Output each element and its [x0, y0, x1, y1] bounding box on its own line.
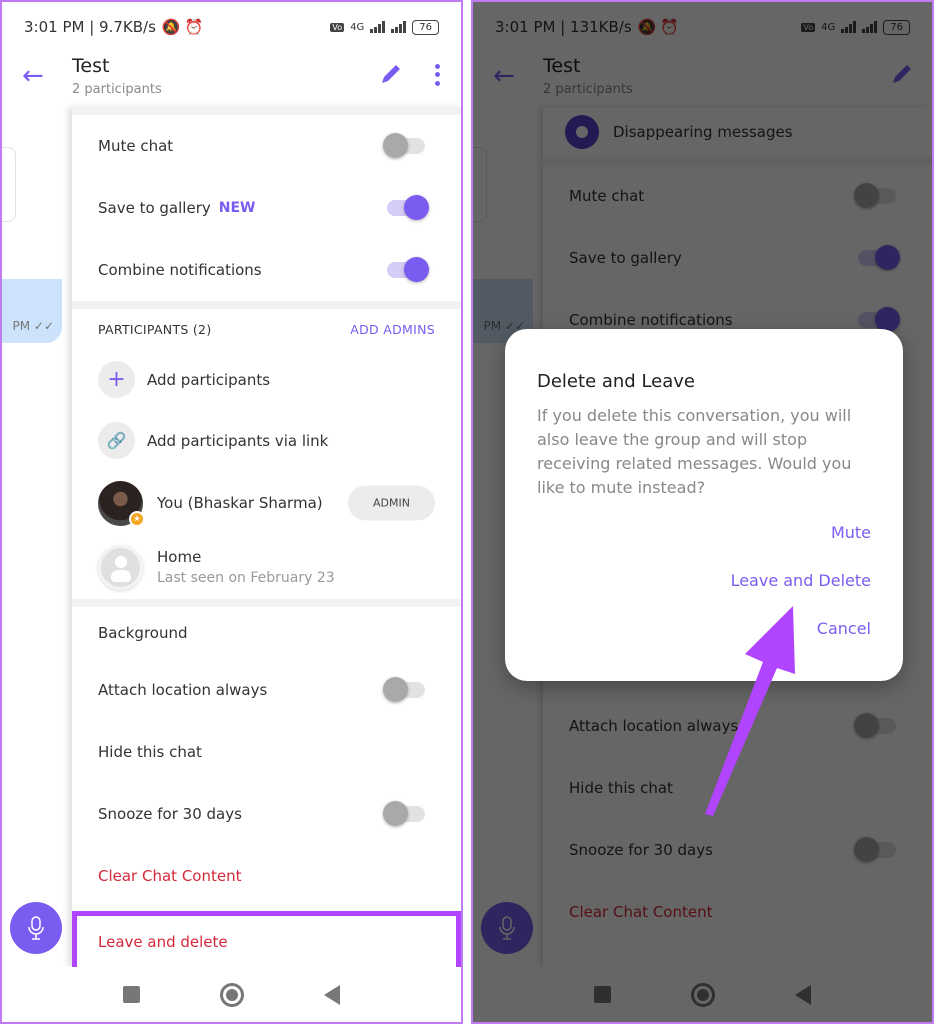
combine-notifications-toggle[interactable] — [387, 257, 429, 282]
participants-header: PARTICIPANTS (2) ADD ADMINS — [98, 321, 435, 337]
divider — [72, 107, 461, 115]
avatar-placeholder-icon — [98, 544, 143, 590]
divider — [72, 301, 461, 309]
admin-badge: ADMIN — [348, 485, 435, 521]
app-bar: ← Test 2 participants — [2, 52, 461, 107]
snooze-row[interactable]: Snooze for 30 days — [72, 783, 461, 845]
microphone-icon — [28, 916, 44, 940]
more-options-icon[interactable] — [431, 62, 443, 88]
save-to-gallery-row[interactable]: Save to gallery NEW — [72, 177, 461, 239]
mute-chat-toggle[interactable] — [383, 133, 425, 158]
right-screen: 3:01 PM | 131KB/s 🔕 ⏰ Vo 4G 76 ← Test 2 … — [471, 0, 934, 1024]
signal-icon — [370, 21, 386, 33]
recents-button[interactable] — [123, 986, 140, 1003]
mute-chat-row[interactable]: Mute chat — [72, 115, 461, 177]
attach-location-row[interactable]: Attach location always — [72, 659, 461, 721]
hide-chat-row[interactable]: Hide this chat — [72, 721, 461, 783]
star-icon: ★ — [129, 510, 145, 527]
signal-icon-2 — [391, 21, 407, 33]
snooze-toggle[interactable] — [383, 801, 425, 826]
back-arrow-icon[interactable]: ← — [22, 62, 50, 90]
volte-icon: Vo — [330, 22, 345, 32]
battery-icon: 76 — [412, 19, 439, 35]
message-bubble-sent[interactable]: PM ✓✓ — [2, 279, 62, 343]
left-screen: 3:01 PM | 9.7KB/s 🔕 ⏰ Vo 4G 76 ← Test 2 … — [0, 0, 463, 1024]
combine-notifications-row[interactable]: Combine notifications — [72, 239, 461, 301]
voice-record-button[interactable] — [10, 902, 62, 954]
last-seen: Last seen on February 23 — [157, 570, 335, 586]
plus-icon: + — [98, 361, 135, 398]
participant-row[interactable]: Home Last seen on February 23 — [72, 535, 461, 599]
network-type: 4G — [350, 21, 365, 33]
save-to-gallery-toggle[interactable] — [387, 195, 429, 220]
dialog-title: Delete and Leave — [537, 371, 695, 392]
status-bar: 3:01 PM | 9.7KB/s 🔕 ⏰ Vo 4G 76 — [2, 2, 461, 52]
add-via-link-row[interactable]: 🔗 Add participants via link — [72, 410, 461, 471]
background-row[interactable]: Background — [72, 607, 461, 659]
add-admins-link[interactable]: ADD ADMINS — [350, 322, 435, 337]
mute-button[interactable]: Mute — [831, 521, 871, 545]
attach-location-toggle[interactable] — [383, 677, 425, 702]
delete-leave-dialog: Delete and Leave If you delete this conv… — [505, 329, 903, 681]
edit-pencil-icon[interactable] — [379, 62, 403, 86]
chat-background: PM ✓✓ — [2, 107, 72, 952]
divider — [72, 599, 461, 607]
nav-bar — [2, 967, 461, 1022]
chat-info-panel: Mute chat Save to gallery NEW Combine no… — [72, 107, 461, 967]
back-button[interactable] — [324, 984, 340, 1005]
status-time: 3:01 PM | 9.7KB/s — [24, 18, 156, 36]
alarm-icon: ⏰ — [184, 18, 204, 36]
dialog-message: If you delete this conversation, you wil… — [537, 406, 852, 497]
clear-chat-button[interactable]: Clear Chat Content — [72, 845, 461, 907]
message-time: PM ✓✓ — [12, 319, 54, 333]
chat-title: Test — [72, 55, 110, 77]
home-button[interactable] — [220, 982, 244, 1007]
participant-row[interactable]: ★ You (Bhaskar Sharma) ADMIN — [72, 471, 461, 535]
cancel-button[interactable]: Cancel — [817, 617, 871, 641]
link-icon: 🔗 — [98, 422, 135, 459]
leave-and-delete-confirm-button[interactable]: Leave and Delete — [731, 569, 871, 593]
mute-bell-icon: 🔕 — [161, 18, 181, 36]
leave-and-delete-button[interactable]: Leave and delete — [72, 911, 461, 967]
new-badge: NEW — [218, 200, 256, 216]
message-bubble — [2, 147, 16, 222]
participant-count: 2 participants — [72, 82, 162, 97]
double-check-icon: ✓✓ — [33, 319, 54, 333]
avatar: ★ — [98, 480, 145, 527]
add-participants-row[interactable]: + Add participants — [72, 349, 461, 410]
